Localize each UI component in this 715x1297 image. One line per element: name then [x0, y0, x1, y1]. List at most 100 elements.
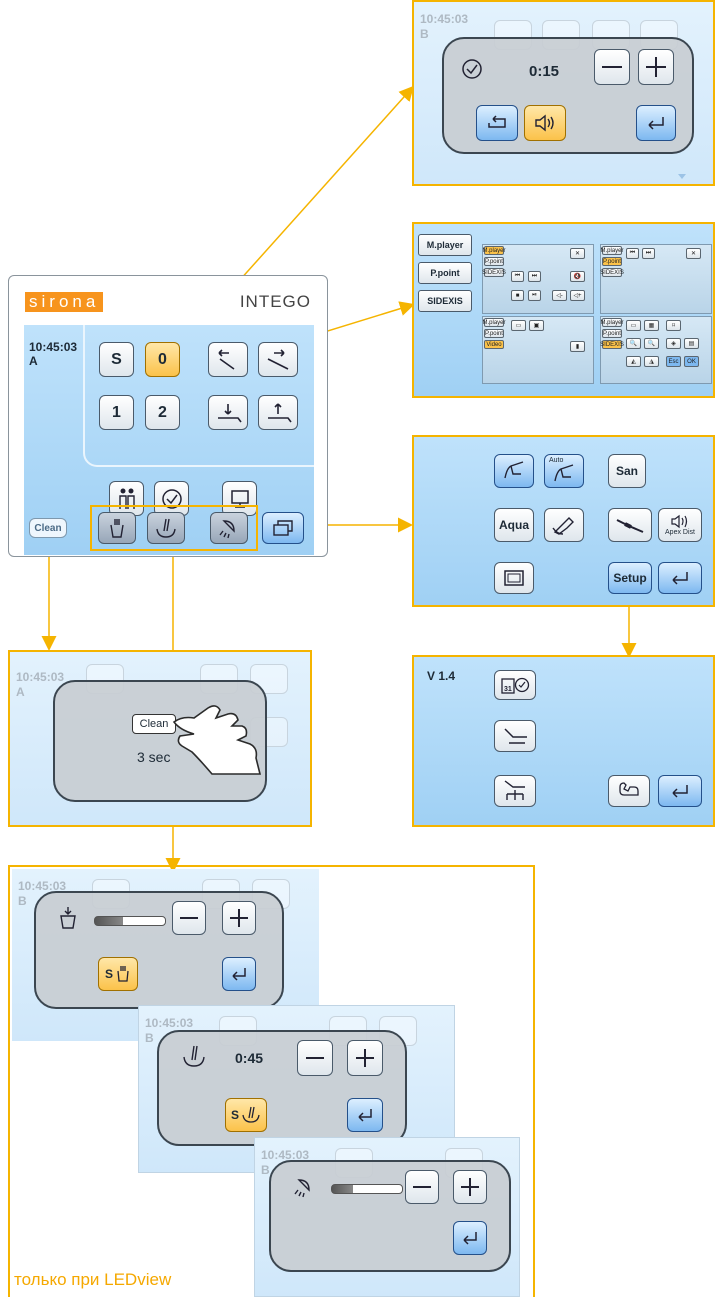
mini-filter-icon[interactable]: ◈: [666, 338, 681, 349]
mini-playpause-icon[interactable]: ⏯: [528, 290, 541, 301]
mini-close-icon[interactable]: ✕: [686, 248, 701, 259]
mini-label-ppoint: P.point: [484, 329, 504, 338]
light-bg-mode: B: [261, 1163, 270, 1177]
mini-label-ppoint: P.point: [602, 257, 622, 266]
mini-prev-icon[interactable]: ⏮: [511, 271, 524, 282]
mini-stop-icon[interactable]: ■: [511, 290, 524, 301]
mini-camera-icon[interactable]: ▭: [626, 320, 641, 331]
mini-grid-icon[interactable]: ▦: [644, 320, 659, 331]
rinse-time: 0:45: [235, 1050, 264, 1066]
mini-brightness-icon[interactable]: ◮: [644, 356, 659, 367]
clean-button[interactable]: Clean: [29, 518, 67, 538]
tab-mplayer[interactable]: M.player: [418, 234, 472, 256]
chair-up-front-button[interactable]: [258, 342, 298, 377]
timer-value: 0:15: [529, 63, 560, 80]
menu-button[interactable]: [262, 512, 304, 544]
auto-label: Auto: [549, 457, 564, 464]
mini-esc-button[interactable]: Esc: [666, 356, 681, 367]
chair-up-back-button[interactable]: [208, 342, 248, 377]
operating-light-button[interactable]: [210, 512, 248, 544]
rinse-s-button[interactable]: S: [225, 1098, 267, 1132]
mini-zoom-out-icon[interactable]: 🔍: [626, 338, 641, 349]
mini-mute-icon[interactable]: 🔇: [570, 271, 585, 282]
cup-s-button[interactable]: S: [98, 957, 138, 991]
chair-down-front-button[interactable]: [258, 395, 298, 430]
auto-handpiece-button[interactable]: Auto: [544, 454, 584, 488]
tab-ppoint[interactable]: P.point: [418, 262, 472, 284]
menu-back-button[interactable]: [658, 562, 702, 594]
mini-layout-icon[interactable]: ▤: [684, 338, 699, 349]
rinse-back-button[interactable]: [347, 1098, 383, 1132]
light-level-slider[interactable]: [331, 1184, 403, 1194]
mini-camera-icon[interactable]: ▭: [511, 320, 526, 331]
plus-icon: [356, 1049, 374, 1067]
chair-settings-button[interactable]: [494, 720, 536, 752]
unit-settings-button[interactable]: [494, 775, 536, 807]
sound-button[interactable]: [524, 105, 566, 141]
clean-panel: 10:45:03 A Clean 3 sec: [8, 650, 312, 827]
timer-minus-button[interactable]: [594, 49, 630, 85]
windows-icon: [273, 520, 293, 536]
timer-plus-button[interactable]: [638, 49, 674, 85]
mini-volume-up-icon[interactable]: ◁+: [570, 290, 585, 301]
version-label: V 1.4: [427, 669, 456, 683]
media-screen: M.player P.point SIDEXIS M.player P.poin…: [414, 224, 713, 396]
mini-volume-down-icon[interactable]: ◁-: [552, 290, 567, 301]
handpiece-button[interactable]: [494, 454, 534, 488]
setup-button[interactable]: Setup: [608, 562, 652, 594]
clock-icon: [462, 59, 482, 79]
timer-panel: 10:45:03 B 0:15: [412, 0, 715, 186]
light-back-button[interactable]: [453, 1221, 487, 1255]
cup-level-slider[interactable]: [94, 916, 166, 926]
program-1-button[interactable]: 1: [99, 395, 134, 430]
cup-back-button[interactable]: [222, 957, 256, 991]
mini-fullscreen-icon[interactable]: ⌑: [666, 320, 681, 331]
apex-dist-label: Apex Dist: [665, 528, 695, 536]
cup-fill-button[interactable]: [98, 512, 136, 544]
rinse-s-label: S: [230, 1108, 239, 1122]
program-s-button[interactable]: S: [99, 342, 134, 377]
bowl-rinse-icon: [183, 1045, 205, 1067]
mini-zoom-in-icon[interactable]: 🔍: [644, 338, 659, 349]
cup-minus-button[interactable]: [172, 901, 206, 935]
rinse-bg-mode: B: [145, 1031, 154, 1045]
media-panel: M.player P.point SIDEXIS M.player P.poin…: [412, 222, 715, 398]
mini-split-icon[interactable]: ▣: [529, 320, 544, 331]
chair-down-back-button[interactable]: [208, 395, 248, 430]
return-icon: [232, 968, 246, 981]
mini-delete-icon[interactable]: ▮: [570, 341, 585, 352]
mini-contrast-icon[interactable]: ◭: [626, 356, 641, 367]
instrument-icon: [616, 519, 644, 533]
date-time-button[interactable]: 31: [494, 670, 536, 700]
program-2-button[interactable]: 2: [145, 395, 180, 430]
cup-plus-button[interactable]: [222, 901, 256, 935]
mini-ok-button[interactable]: OK: [684, 356, 699, 367]
mini-next-icon[interactable]: ⏭: [642, 248, 655, 259]
rinse-minus-button[interactable]: [297, 1040, 333, 1076]
rinse-plus-button[interactable]: [347, 1040, 383, 1076]
light-minus-button[interactable]: [405, 1170, 439, 1204]
water-bottle-button[interactable]: [544, 508, 584, 542]
return-icon: [672, 785, 688, 798]
setup-back-button[interactable]: [658, 775, 702, 807]
footnote: только при LEDview: [14, 1270, 172, 1289]
svg-text:31: 31: [504, 686, 512, 693]
mini-close-icon[interactable]: ✕: [570, 248, 585, 259]
service-button[interactable]: [608, 775, 650, 807]
fullscreen-button[interactable]: [494, 562, 534, 594]
repeat-button[interactable]: [476, 105, 518, 141]
light-plus-button[interactable]: [453, 1170, 487, 1204]
aqua-button[interactable]: Aqua: [494, 508, 534, 542]
program-0-button[interactable]: 0: [145, 342, 180, 377]
clean-key[interactable]: Clean: [132, 714, 176, 734]
hand-icon: [172, 705, 262, 775]
timer-back-button[interactable]: [636, 105, 676, 141]
instrument-button[interactable]: [608, 508, 652, 542]
apex-dist-button[interactable]: Apex Dist: [658, 508, 702, 542]
mini-prev-icon[interactable]: ⏮: [626, 248, 639, 259]
bowl-rinse-button[interactable]: [147, 512, 185, 544]
mini-next-icon[interactable]: ⏭: [528, 271, 541, 282]
san-button[interactable]: San: [608, 454, 646, 488]
tab-sidexis[interactable]: SIDEXIS: [418, 290, 472, 312]
mini-label-mplayer: M.player: [600, 318, 624, 327]
